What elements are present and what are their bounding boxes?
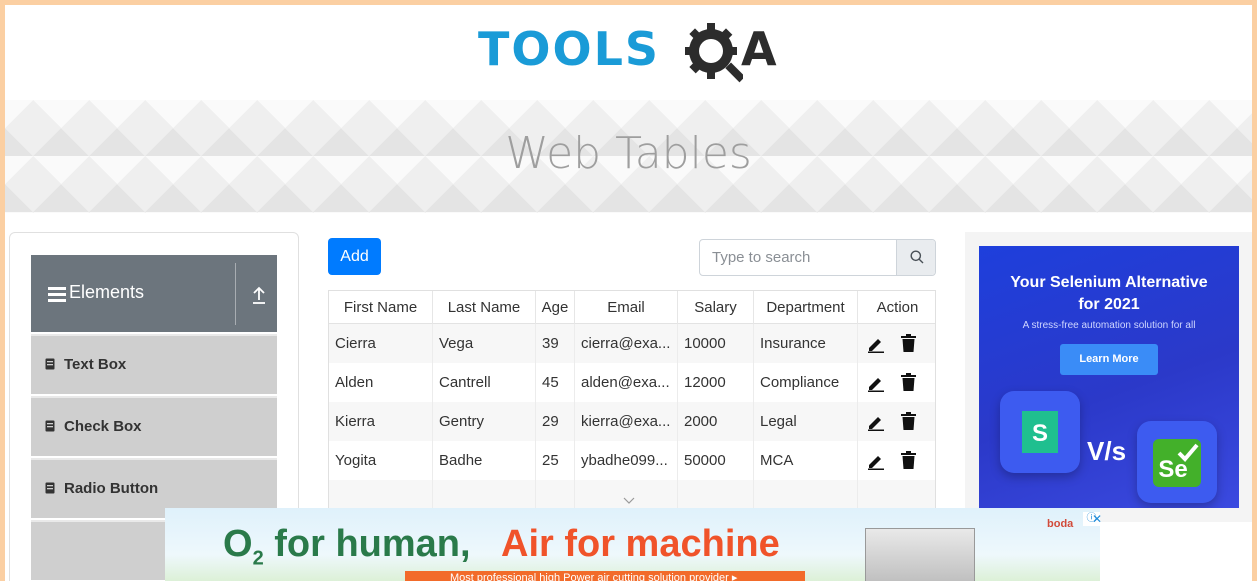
delete-icon[interactable] <box>901 412 916 430</box>
ad-headline-line-1: Your Selenium Alternative <box>1010 274 1208 291</box>
group-title: Elements <box>69 282 145 302</box>
search-button[interactable] <box>896 240 935 275</box>
cell-action <box>858 441 935 480</box>
cell-first-name: Yogita <box>329 441 433 480</box>
cell-action <box>858 324 935 363</box>
ad-headline-line-2: for 2021 <box>1078 296 1140 313</box>
document-icon <box>45 482 55 494</box>
edit-icon[interactable] <box>867 452 885 470</box>
cell-first-name: Alden <box>329 363 433 402</box>
ad-left-rest: for human, <box>263 523 471 565</box>
collapse-arrow-icon[interactable] <box>251 285 267 305</box>
close-icon[interactable]: ✕ <box>1090 512 1104 526</box>
sidebar-item-label: Text Box <box>64 356 127 373</box>
cell-first-name: Cierra <box>329 324 433 363</box>
page-title: Web Tables <box>505 128 752 179</box>
cell-last-name: Badhe <box>433 441 536 480</box>
cell-salary: 12000 <box>678 363 754 402</box>
group-divider <box>235 263 236 325</box>
ad-o-letter: O <box>223 523 253 565</box>
toolsqa-logo[interactable]: TOOLS A <box>478 17 793 93</box>
document-icon <box>45 420 55 432</box>
header-action: Action <box>876 299 919 316</box>
table-header: First Name Last Name Age Email Salary De… <box>329 291 935 324</box>
delete-icon[interactable] <box>901 373 916 391</box>
hamburger-icon <box>48 287 66 302</box>
cell-last-name: Gentry <box>433 402 536 441</box>
cell-age: 29 <box>536 402 575 441</box>
sidebar-item-label: Check Box <box>64 418 142 435</box>
table-row: Cierra Vega 39 cierra@exa... 10000 Insur… <box>329 324 935 363</box>
cell-email: ybadhe099... <box>575 441 678 480</box>
header-age[interactable]: Age <box>536 291 575 324</box>
page-frame: TOOLS A Web Tables Elements Text Box Che… <box>5 5 1252 581</box>
table-row: Alden Cantrell 45 alden@exa... 12000 Com… <box>329 363 935 402</box>
header-email[interactable]: Email <box>575 291 678 324</box>
table-row: Yogita Badhe 25 ybadhe099... 50000 MCA <box>329 441 935 480</box>
cell-last-name: Cantrell <box>433 363 536 402</box>
cell-salary: 50000 <box>678 441 754 480</box>
right-advertisement[interactable]: Your Selenium Alternative for 2021 A str… <box>979 246 1239 508</box>
cell-email: kierra@exa... <box>575 402 678 441</box>
katalon-logo-text: S <box>1032 420 1048 447</box>
table-row: Kierra Gentry 29 kierra@exa... 2000 Lega… <box>329 402 935 441</box>
cell-salary: 10000 <box>678 324 754 363</box>
elements-group-header[interactable]: Elements <box>31 255 277 332</box>
header-first-name[interactable]: First Name <box>329 291 433 324</box>
web-table: First Name Last Name Age Email Salary De… <box>328 290 936 515</box>
ad-subtext: A stress-free automation solution for al… <box>1022 320 1196 331</box>
delete-icon[interactable] <box>901 334 916 352</box>
katalon-logo-card: S <box>1000 391 1080 473</box>
cell-department: MCA <box>754 441 858 480</box>
cell-email: alden@exa... <box>575 363 678 402</box>
ad-subscript: 2 <box>252 547 264 570</box>
logo-suffix: A <box>741 22 777 76</box>
gear-magnifier-icon <box>685 23 743 83</box>
cell-first-name: Kierra <box>329 402 433 441</box>
search-input[interactable] <box>700 240 896 275</box>
cell-department: Compliance <box>754 363 858 402</box>
ad-slogan-right: Air for machine <box>501 523 780 565</box>
header-department[interactable]: Department <box>754 291 858 324</box>
ad-slogan-left: O2 for human, <box>223 523 471 571</box>
cell-action <box>858 402 935 441</box>
edit-icon[interactable] <box>867 413 885 431</box>
sidebar-item-check-box[interactable]: Check Box <box>31 396 277 456</box>
ad-brand: boda <box>1047 518 1074 530</box>
search-icon <box>910 250 924 264</box>
cell-salary: 2000 <box>678 402 754 441</box>
cell-last-name: Vega <box>433 324 536 363</box>
edit-icon[interactable] <box>867 374 885 392</box>
katalon-logo-icon: S <box>1022 411 1058 453</box>
selenium-logo-icon: Se <box>1153 439 1201 487</box>
header-last-name[interactable]: Last Name <box>433 291 536 324</box>
logo-text: TOOLS <box>478 22 661 76</box>
cell-department: Legal <box>754 402 858 441</box>
document-icon <box>45 358 55 370</box>
ad-strip: Most professional high Power air cutting… <box>405 571 805 581</box>
cell-department: Insurance <box>754 324 858 363</box>
selenium-logo-card: Se <box>1137 421 1217 503</box>
header-salary[interactable]: Salary <box>678 291 754 324</box>
ad-headline: Your Selenium Alternative for 2021 <box>979 272 1239 316</box>
sidebar-item-text-box[interactable]: Text Box <box>31 334 277 394</box>
cell-action <box>858 363 935 402</box>
delete-icon[interactable] <box>901 451 916 469</box>
machine-image <box>865 528 975 581</box>
site-header: TOOLS A <box>5 5 1252 100</box>
page-banner: Web Tables <box>5 100 1252 213</box>
cell-age: 39 <box>536 324 575 363</box>
bottom-advertisement[interactable]: O2 for human, Air for machine Most profe… <box>165 508 1100 581</box>
search-box <box>699 239 936 276</box>
cell-age: 25 <box>536 441 575 480</box>
sidebar-item-label: Radio Button <box>64 480 159 497</box>
chevron-down-icon[interactable] <box>623 497 635 505</box>
ad-vs-text: V/s <box>1087 436 1127 466</box>
add-button[interactable]: Add <box>328 238 381 275</box>
cell-age: 45 <box>536 363 575 402</box>
learn-more-button[interactable]: Learn More <box>1060 344 1158 375</box>
edit-icon[interactable] <box>867 335 885 353</box>
cell-email: cierra@exa... <box>575 324 678 363</box>
